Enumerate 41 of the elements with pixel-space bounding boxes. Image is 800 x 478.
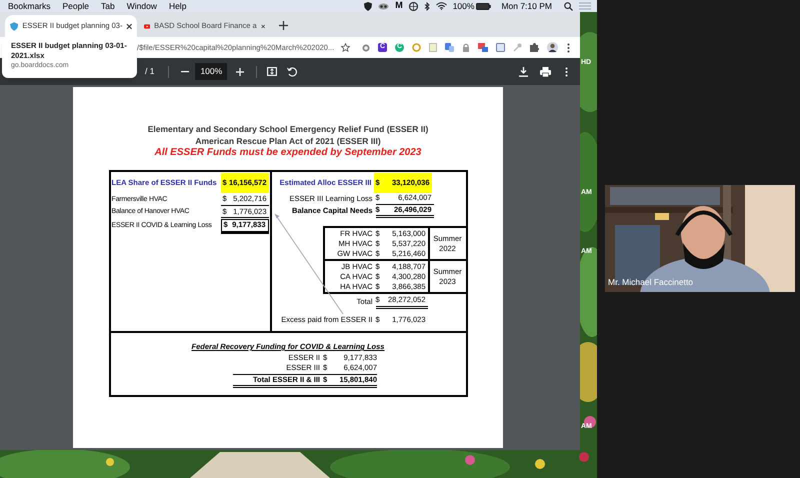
puzzle-icon[interactable]	[530, 43, 539, 52]
dot-icon[interactable]	[362, 44, 370, 52]
page-count: / 1	[145, 65, 154, 78]
globe-icon[interactable]	[408, 2, 418, 10]
shield-icon[interactable]	[364, 2, 372, 10]
document-title: Elementary and Secondary School Emergency Relief Fund (ESSER II)	[148, 124, 428, 136]
deadline-note: All ESSER Funds must be expended by September 2023	[154, 147, 422, 159]
zoom-field[interactable]: 100%	[195, 63, 228, 80]
participant-name: Mr. Michael Faccinetto	[608, 276, 694, 289]
calendar-icon[interactable]	[496, 43, 505, 52]
shield-icon	[10, 22, 18, 30]
lock-icon[interactable]	[462, 43, 470, 52]
menu-item[interactable]: Help	[168, 0, 186, 12]
menu-item[interactable]: Bookmarks	[8, 0, 51, 12]
close-icon[interactable]	[126, 22, 133, 30]
avatar-icon[interactable]	[547, 42, 558, 53]
print-icon[interactable]	[540, 66, 551, 76]
menu-item[interactable]: People	[62, 0, 89, 12]
document-title: American Rescue Plan Act of 2021 (ESSER III)	[195, 136, 381, 147]
play-icon	[144, 22, 150, 30]
app-glyph[interactable]: M	[395, 0, 403, 13]
battery-icon[interactable]	[476, 2, 492, 10]
wifi-icon[interactable]	[436, 2, 447, 10]
close-icon[interactable]	[260, 22, 265, 30]
translate-icon[interactable]	[445, 43, 454, 52]
star-icon[interactable]	[341, 43, 350, 52]
menu-item[interactable]: Window	[126, 0, 157, 12]
badge-icon[interactable]	[478, 43, 488, 52]
search-icon[interactable]	[564, 2, 573, 10]
new-tab-icon[interactable]	[279, 21, 288, 30]
menu-icon[interactable]	[567, 42, 570, 52]
fit-page-icon[interactable]	[267, 67, 278, 76]
rotate-icon[interactable]	[287, 66, 298, 76]
battery-percent: 100%	[452, 0, 474, 12]
bluetooth-icon[interactable]	[424, 2, 430, 10]
download-icon[interactable]	[519, 66, 528, 76]
menu-icon[interactable]	[565, 66, 568, 76]
menubar-clock[interactable]: Mon 7:10 PM	[501, 0, 552, 12]
menu-item[interactable]: Tab	[100, 0, 115, 12]
zoom-in-icon[interactable]	[236, 68, 244, 76]
eye-icon[interactable]	[378, 2, 390, 10]
